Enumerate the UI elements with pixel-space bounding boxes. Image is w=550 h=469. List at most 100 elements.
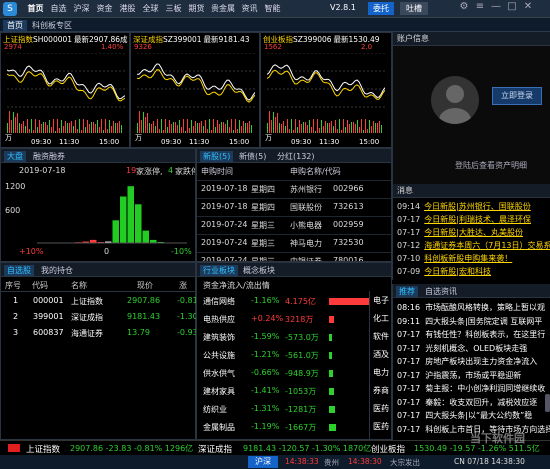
tab-dapan[interactable]: 大盘 (4, 151, 26, 162)
menu-news[interactable]: 资讯 (238, 3, 261, 14)
tab-home[interactable]: 首页 (3, 20, 27, 31)
menu-futures[interactable]: 期货 (185, 3, 208, 14)
menu-icon[interactable]: ≡ (474, 1, 486, 12)
tab-concept[interactable]: 概念板块 (243, 265, 275, 276)
info-news-title[interactable]: 菊主报：中小创净利润同增继续收 (425, 384, 545, 393)
close-icon[interactable]: ✕ (522, 1, 534, 12)
title-bar: S 首页 自选 沪深 资金 港股 全球 三板 期货 贵金属 资讯 智能 V2.8… (0, 0, 550, 18)
tab-recommend[interactable]: 推荐 (396, 286, 418, 297)
sector-flow-bar (329, 370, 333, 377)
trade-button[interactable]: 委托 (368, 2, 394, 15)
ipo-row[interactable]: 2019-07-24 星期三 中银证券 780016 (197, 252, 391, 261)
sector-row[interactable]: 建筑装饰 -1.59% -573.0万 (197, 329, 369, 347)
info-news-item[interactable]: 07-17 沪指震荡，市场或平稳迎新 (397, 370, 521, 381)
feedback-button[interactable]: 吐槽 (400, 2, 428, 15)
scrollbar-thumb[interactable] (545, 394, 550, 412)
sector-row[interactable]: 供水供气 -0.66% -948.9万 (197, 365, 369, 383)
tab-holdings[interactable]: 我的持仓 (41, 265, 73, 276)
info-news-time: 07-17 (397, 397, 421, 407)
tab-margin[interactable]: 融资融券 (33, 151, 65, 162)
sector-row[interactable]: 纺织业 -1.31% -1281万 (197, 401, 369, 419)
login-button[interactable]: 立即登录 (492, 87, 542, 105)
news-item[interactable]: 09:14 今日新股|苏州银行、国联股份 (397, 201, 531, 212)
menu-hk[interactable]: 港股 (116, 3, 139, 14)
info-news-item[interactable]: 07-17 秦毅：收支双回升，减税效应逐 (397, 397, 537, 408)
menu-hushen[interactable]: 沪深 (70, 3, 93, 14)
sector-row[interactable]: 建材家具 -1.41% -1053万 (197, 383, 369, 401)
intraday-line-chart (137, 53, 255, 108)
tab-my-news[interactable]: 自选资讯 (425, 286, 457, 297)
volume-bar (137, 123, 138, 133)
menu-watchlist[interactable]: 自选 (47, 3, 70, 14)
volume-bar (157, 119, 158, 133)
menu-home[interactable]: 首页 (24, 3, 47, 14)
info-news-item[interactable]: 08:16 市场酝酿风格转换，策略上暂以观 (397, 302, 545, 313)
settings-icon[interactable]: ⚙ (458, 1, 470, 12)
city-label: 贵州 (324, 458, 339, 467)
sector-row[interactable]: 通信网络 -1.16% 4.175亿 (197, 293, 369, 311)
info-news-item[interactable]: 07-17 菊主报：中小创净利润同增继续收 (397, 383, 545, 394)
info-news-item[interactable]: 07-17 房地产板块出现主力资金净流入 (397, 356, 537, 367)
tab-new-bonds[interactable]: 新债(5) (239, 151, 266, 162)
news-link[interactable]: 今日新股|苏州银行、国联股份 (424, 202, 531, 211)
ipo-row[interactable]: 2019-07-24 星期三 小熊电器 002959 (197, 216, 391, 234)
sector-row[interactable]: 公共设施 -1.21% -561.0万 (197, 347, 369, 365)
news-item[interactable]: 07-17 今日新股|利瑞技术、晨泽环保 (397, 214, 531, 225)
sector-row[interactable]: 电热供应 +0.24% 3218万 (197, 311, 369, 329)
news-link[interactable]: 科创板新股申购集来袭！ (424, 254, 512, 263)
info-news-title[interactable]: 秦毅：收支双回升，减税效应逐 (425, 398, 537, 407)
info-news-title[interactable]: 沪指震荡，市场或平稳迎新 (425, 371, 521, 380)
volume-bar (303, 122, 304, 133)
volume-bar (187, 119, 188, 133)
market-switch-button[interactable]: 沪深 (248, 456, 278, 468)
news-link[interactable]: 今日新股|宏和科技 (424, 267, 491, 276)
ipo-row[interactable]: 2019-07-18 星期四 国联股份 732613 (197, 198, 391, 216)
vol-unit: 万 (5, 134, 12, 142)
sector-row[interactable]: 金属制品 -1.19% -1667万 (197, 419, 369, 437)
menu-metals[interactable]: 贵金属 (208, 3, 238, 14)
tab-industry[interactable]: 行业板块 (200, 265, 238, 276)
watchlist-row[interactable]: 2 399001 深证成指 9181.43 -1.30 (1, 310, 198, 326)
info-news-title[interactable]: 四大报头条|以“最大公约数”稳 (425, 411, 532, 420)
news-item[interactable]: 07-09 今日新股|宏和科技 (397, 266, 491, 277)
news-item[interactable]: 07-10 科创板新股申购集来袭！ (397, 253, 512, 264)
news-item[interactable]: 07-12 海通证券本周六（7月13日）交易系统 (397, 240, 550, 251)
news-link[interactable]: 今日新股|利瑞技术、晨泽环保 (424, 215, 531, 224)
news-item[interactable]: 07-17 今日新股|大胜达、丸美股份 (397, 227, 523, 238)
menu-funds[interactable]: 资金 (93, 3, 116, 14)
watchlist-row[interactable]: 1 000001 上证指数 2907.86 -0.81 (1, 294, 198, 310)
info-news-item[interactable]: 07-17 有钱任性？科创板表示，在这里行 (397, 329, 545, 340)
minimize-icon[interactable]: — (490, 1, 502, 12)
volume-bar (299, 120, 300, 133)
news-link[interactable]: 今日新股|大胜达、丸美股份 (424, 228, 523, 237)
ipo-row[interactable]: 2019-07-18 星期四 苏州银行 002966 (197, 180, 391, 198)
maximize-icon[interactable]: □ (506, 1, 518, 12)
sector-subtitle: 资金净流入/流出情 (203, 281, 270, 290)
tab-star-market[interactable]: 科创板专区 (32, 20, 72, 31)
info-news-item[interactable]: 07-17 光刻机概念、OLED板块走强 (397, 343, 527, 354)
login-hint-link[interactable]: 登陆后查看资产明细 (455, 160, 527, 171)
volume-bar (79, 119, 80, 133)
ipo-day: 星期四 (251, 185, 275, 194)
ipo-row[interactable]: 2019-07-24 星期三 神马电力 732530 (197, 234, 391, 252)
sector-label-right: 医药 (373, 422, 389, 431)
info-news-title[interactable]: 有钱任性？科创板表示，在这里行 (425, 330, 545, 339)
info-news-item[interactable]: 07-17 四大报头条|以“最大公约数”稳 (397, 410, 532, 421)
info-news-title[interactable]: 光刻机概念、OLED板块走强 (425, 344, 527, 353)
tab-new-stocks[interactable]: 新股(5) (200, 151, 234, 162)
news-link[interactable]: 海通证券本周六（7月13日）交易系统 (424, 241, 550, 250)
tab-watchlist[interactable]: 自选股 (4, 265, 34, 276)
watchlist-row[interactable]: 3 600837 海通证券 13.79 -0.93 (1, 326, 198, 342)
menu-smart[interactable]: 智能 (261, 3, 284, 14)
ipo-date: 2019-07-24 (201, 220, 248, 229)
menu-neeq[interactable]: 三板 (162, 3, 185, 14)
tab-dividends[interactable]: 分红(132) (277, 151, 315, 162)
volume-bars (267, 111, 385, 133)
info-news-title[interactable]: 四大报头条|国务院定调 互联网平 (425, 317, 542, 326)
info-news-item[interactable]: 09:11 四大报头条|国务院定调 互联网平 (397, 316, 542, 327)
main-menu: 首页 自选 沪深 资金 港股 全球 三板 期货 贵金属 资讯 智能 (24, 3, 284, 14)
info-news-title[interactable]: 市场酝酿风格转换，策略上暂以观 (425, 303, 545, 312)
info-news-title[interactable]: 房地产板块出现主力资金净流入 (425, 357, 537, 366)
intraday-line-chart (267, 53, 385, 108)
menu-global[interactable]: 全球 (139, 3, 162, 14)
